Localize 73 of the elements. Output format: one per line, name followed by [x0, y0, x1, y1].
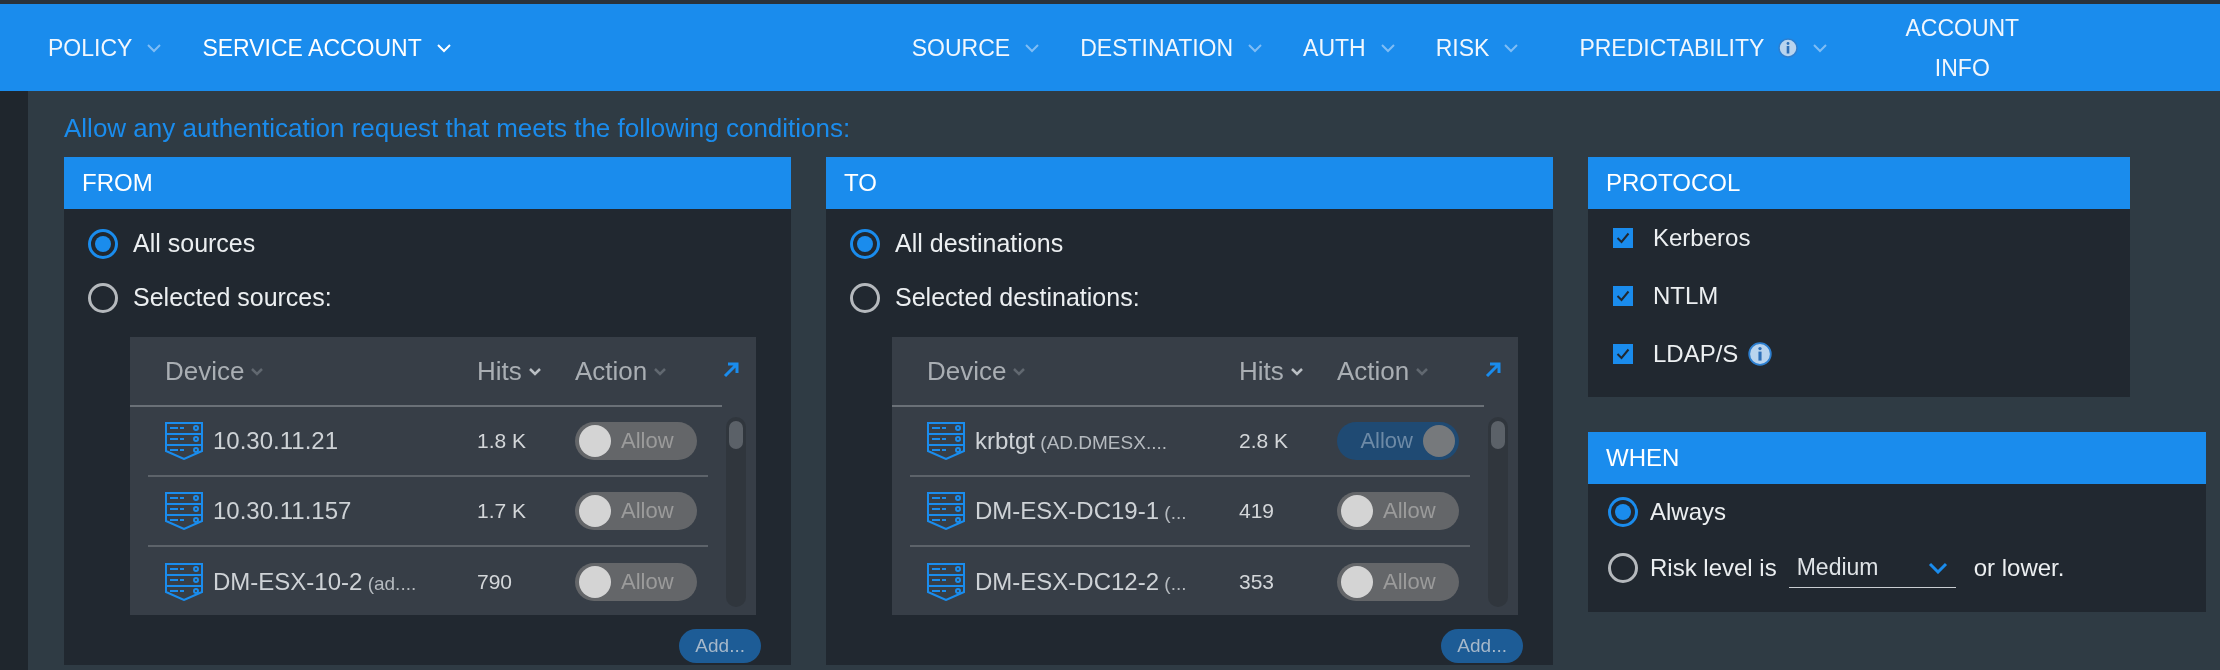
nav-item[interactable]: ACCOUNT INFO	[1902, 7, 2023, 88]
server-icon	[165, 563, 203, 601]
chevron-down-icon	[146, 42, 163, 53]
chevron-down-icon	[435, 42, 452, 53]
chevron-down-icon	[1024, 42, 1041, 53]
risk-level-dropdown[interactable]: Medium	[1788, 548, 1956, 588]
chevron-down-icon	[1247, 42, 1264, 53]
checkbox[interactable]	[1613, 344, 1633, 364]
nav-item[interactable]: SERVICE ACCOUNT	[202, 27, 422, 68]
option-label: Selected destinations:	[895, 282, 1140, 314]
column-header[interactable]: Device	[927, 351, 1007, 391]
panel-title: PROTOCOL	[1606, 168, 1741, 198]
device-name: DM-ESX-DC12-2 (...	[975, 567, 1187, 597]
nav-item[interactable]: RISK	[1435, 27, 1490, 68]
option-label: Selected sources:	[133, 282, 332, 314]
column-header[interactable]: Hits	[477, 351, 522, 391]
protocol-label: Kerberos	[1653, 223, 1751, 253]
nav-item[interactable]: PREDICTABILITY	[1579, 27, 1765, 68]
scrollbar[interactable]	[726, 417, 746, 607]
radio-button[interactable]	[850, 229, 880, 259]
device-name: DM-ESX-10-2 (ad....	[213, 567, 417, 597]
hits-value: 790	[477, 569, 514, 596]
nav-item[interactable]: SOURCE	[911, 27, 1011, 68]
server-icon	[927, 422, 965, 460]
hits-value: 419	[1239, 498, 1276, 525]
server-icon	[927, 492, 965, 530]
radio-button[interactable]	[1608, 553, 1638, 583]
panel-title: WHEN	[1606, 443, 1680, 473]
chevron-down-icon	[1503, 42, 1520, 53]
add-button[interactable]: Add...	[1441, 629, 1523, 663]
server-icon	[165, 492, 203, 530]
option-label: Always	[1650, 497, 1727, 527]
nav-item[interactable]: DESTINATION	[1080, 27, 1234, 68]
column-header[interactable]: Action	[575, 351, 648, 391]
conditions-heading: Allow any authentication request that meets the following conditions:	[64, 112, 852, 145]
device-name: 10.30.11.157	[213, 496, 352, 526]
protocol-label: LDAP/S	[1653, 339, 1739, 369]
hits-value: 1.7 K	[477, 498, 528, 525]
radio-button[interactable]	[850, 283, 880, 313]
radio-button[interactable]	[88, 283, 118, 313]
radio-button[interactable]	[1608, 497, 1638, 527]
expand-arrow-icon[interactable]	[1484, 361, 1502, 379]
device-name: DM-ESX-DC19-1 (...	[975, 496, 1187, 526]
hits-value: 1.8 K	[477, 428, 528, 455]
expand-arrow-icon[interactable]	[722, 361, 740, 379]
allow-toggle[interactable]: Allow	[1337, 422, 1459, 460]
option-suffix: or lower.	[1973, 553, 2065, 583]
option-label: All destinations	[895, 228, 1064, 260]
panel-title: TO	[844, 168, 877, 198]
radio-button[interactable]	[88, 229, 118, 259]
device-name: krbtgt (AD.DMESX....	[975, 426, 1167, 456]
panel-title: FROM	[82, 168, 153, 198]
hits-value: 2.8 K	[1239, 428, 1290, 455]
option-label: All sources	[133, 228, 256, 260]
nav-item[interactable]: AUTH	[1303, 27, 1366, 68]
info-icon[interactable]	[1748, 342, 1773, 366]
column-header[interactable]: Hits	[1239, 351, 1284, 391]
add-button[interactable]: Add...	[679, 629, 761, 663]
column-header[interactable]: Action	[1337, 351, 1410, 391]
server-icon	[927, 563, 965, 601]
nav-item[interactable]: POLICY	[48, 27, 133, 68]
hits-value: 353	[1239, 569, 1276, 596]
device-name: 10.30.11.21	[213, 426, 338, 456]
chevron-down-icon	[1379, 42, 1396, 53]
checkbox[interactable]	[1613, 228, 1633, 248]
chevron-down-icon	[1927, 561, 1948, 574]
option-label: Risk level is	[1650, 553, 1777, 583]
server-icon	[165, 422, 203, 460]
column-header[interactable]: Device	[165, 351, 245, 391]
checkbox[interactable]	[1613, 286, 1633, 306]
protocol-label: NTLM	[1653, 281, 1719, 311]
scrollbar[interactable]	[1488, 417, 1508, 607]
chevron-down-icon	[1812, 42, 1829, 53]
